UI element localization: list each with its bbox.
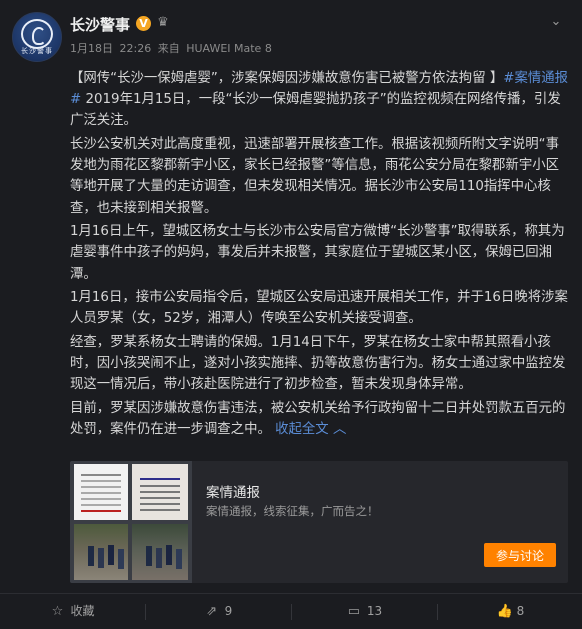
post-date[interactable]: 1月18日 xyxy=(70,42,113,55)
join-discussion-button[interactable]: 参与讨论 xyxy=(484,543,556,567)
repost-count: 9 xyxy=(224,604,233,618)
police-emblem-icon xyxy=(21,19,53,49)
post-device: HUAWEI Mate 8 xyxy=(186,42,272,55)
post-time[interactable]: 22:26 xyxy=(120,42,152,55)
repost-icon: ⇗ xyxy=(206,604,218,619)
collapse-link[interactable]: 收起全文 ︿ xyxy=(271,422,346,437)
thumbs-up-icon: 👍 xyxy=(496,604,513,619)
thumbnail-document-image xyxy=(74,464,128,520)
thumbnail-street-image xyxy=(132,524,188,580)
comment-icon: ▭ xyxy=(347,604,360,619)
post-paragraph: 目前，罗某因涉嫌故意伤害违法，被公安机关给予行政拘留十二日并处罚款五百元的处罚，… xyxy=(70,398,570,440)
post-paragraph: 长沙公安机关对此高度重视，迅速部署开展核查工作。根据该视频所附文字说明“事发地为… xyxy=(70,137,559,216)
post-paragraph: 1月16日，接市公安局指令后，望城区公安局迅速开展相关工作，并于16日晚将涉案人… xyxy=(70,290,568,327)
topic-card[interactable]: 案情通报 案情通报，线索征集，广而告之！ 参与讨论 xyxy=(70,461,568,583)
repost-button[interactable]: ⇗ 9 xyxy=(146,594,291,629)
favorite-label: 收藏 xyxy=(70,604,95,618)
post-meta: 1月18日 22:26 来自 HUAWEI Mate 8 xyxy=(70,40,275,56)
post-paragraph-text: 2019年1月15日，一段“长沙一保姆虐婴抛扔孩子”的监控视频在网络传播，引发广… xyxy=(70,92,561,129)
collapse-label: 收起全文 xyxy=(275,422,329,438)
star-icon: ☆ xyxy=(51,604,64,619)
weibo-post: 长沙警事 长沙警事 V ♛ ⌄ 1月18日 22:26 来自 HUAWEI Ma… xyxy=(0,0,582,629)
post-source-prefix: 来自 xyxy=(157,42,180,55)
card-thumbnail[interactable] xyxy=(70,461,192,583)
post-paragraph: 经查，罗某系杨女士聘请的保姆。1月14日下午，罗某在杨女士家中帮其照看小孩时，因… xyxy=(70,335,566,393)
chevron-up-icon: ︿ xyxy=(332,422,347,438)
favorite-button[interactable]: ☆ 收藏 xyxy=(0,594,145,629)
like-count: 8 xyxy=(516,604,525,618)
author-name[interactable]: 长沙警事 xyxy=(70,14,130,35)
comment-count: 13 xyxy=(366,604,383,618)
post-paragraph: 【网传“长沙一保姆虐婴”，涉案保姆因涉嫌故意伤害已被警方依法拘留 】#案情通报#… xyxy=(70,68,570,132)
card-description: 案情通报，线索征集，广而告之！ xyxy=(206,504,379,518)
crown-icon[interactable]: ♛ xyxy=(155,15,171,31)
thumbnail-street-image xyxy=(74,524,128,580)
avatar[interactable]: 长沙警事 xyxy=(12,12,62,62)
post-paragraph: 1月16日上午，望城区杨女士与长沙市公安局官方微博“长沙警事”取得联系，称其为虐… xyxy=(70,224,565,282)
card-title[interactable]: 案情通报 xyxy=(206,481,260,501)
comment-button[interactable]: ▭ 13 xyxy=(292,594,437,629)
post-text: 【网传“长沙一保姆虐婴”，涉案保姆因涉嫌故意伤害已被警方依法拘留 】#案情通报#… xyxy=(70,68,570,443)
like-button[interactable]: 👍 8 xyxy=(438,594,582,629)
action-bar: ☆ 收藏 ⇗ 9 ▭ 13 👍 8 xyxy=(0,593,582,629)
thumbnail-notice-image xyxy=(132,464,188,520)
verified-icon: V xyxy=(136,16,151,31)
post-headline: 【网传“长沙一保姆虐婴”，涉案保姆因涉嫌故意伤害已被警方依法拘留 】 xyxy=(70,71,504,86)
avatar-label: 长沙警事 xyxy=(21,47,53,55)
chevron-down-icon[interactable]: ⌄ xyxy=(548,14,564,29)
